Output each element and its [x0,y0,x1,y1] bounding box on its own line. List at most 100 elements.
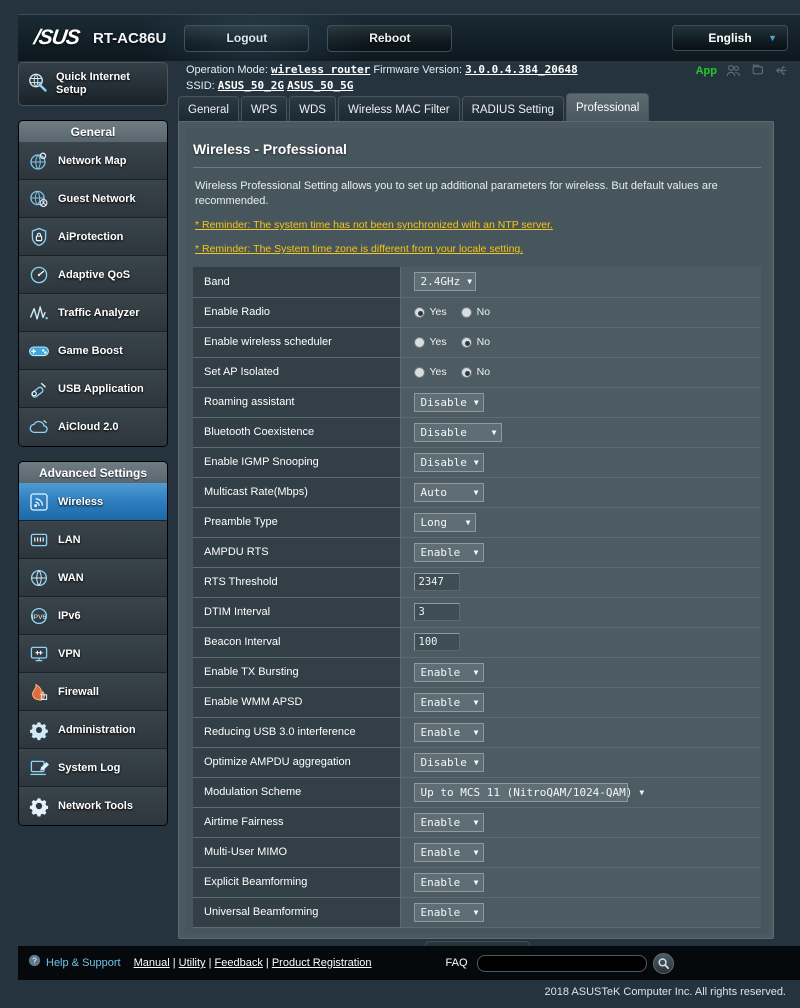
usb3-interference-select[interactable]: Enable ▼ [413,722,484,742]
operation-mode-value[interactable]: wireless router [271,63,370,76]
quick-internet-setup-button[interactable]: Quick Internet Setup [18,62,168,106]
reminder-link-ntp[interactable]: * Reminder: The system time has not been… [195,219,553,231]
sidebar-item-administration[interactable]: Administration [19,711,167,749]
firmware-value[interactable]: 3.0.0.4.384_20648 [465,63,578,76]
svg-text:IPV6: IPV6 [32,614,47,621]
sidebar-item-firewall[interactable]: Firewall [19,673,167,711]
igmp-snooping-select[interactable]: Disable ▼ [413,452,484,472]
advanced-nav-header: Advanced Settings [19,462,167,483]
radio-yes[interactable] [413,366,425,378]
sidebar-item-aiprotection[interactable]: AiProtection [19,218,167,256]
feedback-link[interactable]: Feedback [215,957,263,969]
preamble-type-select[interactable]: Long ▼ [413,512,476,532]
chevron-down-icon: ▼ [473,397,479,407]
sidebar-item-aicloud[interactable]: AiCloud 2.0 [19,408,167,446]
ssid-2g-value[interactable]: ASUS_50_2G [218,79,284,92]
row-label: Bluetooth Coexistence [193,417,401,448]
radio-no[interactable] [460,336,472,348]
users-icon[interactable] [726,64,741,77]
tab-professional[interactable]: Professional [566,93,650,122]
select-value: Disable [420,395,467,409]
reminder-link-timezone[interactable]: * Reminder: The System time zone is diff… [195,243,523,255]
dtim-interval-input[interactable]: 3 [413,603,460,621]
radio-yes-label: Yes [429,336,447,348]
ampdu-rts-select[interactable]: Enable ▼ [413,542,484,562]
tab-general[interactable]: General [178,96,239,122]
radio-yes[interactable] [413,306,425,318]
search-button[interactable] [652,952,674,974]
chevron-down-icon: ▼ [473,817,479,827]
sidebar-item-system-log[interactable]: System Log [19,749,167,787]
cloud-icon [28,416,50,438]
logout-button[interactable]: Logout [184,24,310,52]
bluetooth-coexistence-select[interactable]: Disable ▼ [413,422,502,442]
language-selector[interactable]: English ▼ [672,25,788,51]
app-label[interactable]: App [696,65,717,77]
ipv6-icon: IPV6 [28,605,50,627]
row-value: 2.4GHz ▼ [400,267,761,298]
ssid-label: SSID: [186,80,215,92]
sidebar-item-wireless[interactable]: Wireless [19,483,167,521]
sidebar-item-network-tools[interactable]: Network Tools [19,787,167,825]
sidebar-item-label: AiProtection [58,230,124,243]
multicast-rate-select[interactable]: Auto ▼ [413,482,484,502]
gear-icon [28,719,50,741]
modulation-scheme-select[interactable]: Up to MCS 11 (NitroQAM/1024-QAM) ▼ [413,782,644,802]
sidebar-item-usb-application[interactable]: USB Application [19,370,167,408]
lan-icon [28,529,50,551]
ssid-line: SSID: ASUS_50_2G ASUS_50_5G [186,78,786,94]
tab-radius-setting[interactable]: RADIUS Setting [461,96,565,122]
manual-link[interactable]: Manual [134,957,170,969]
row-label: Enable WMM APSD [193,687,401,718]
monitor-icon[interactable] [750,64,764,77]
tab-wireless-mac-filter[interactable]: Wireless MAC Filter [337,96,460,122]
sidebar-item-vpn[interactable]: VPN [19,635,167,673]
ssid-5g-value[interactable]: ASUS_50_5G [287,79,353,92]
explicit-beamforming-select[interactable]: Enable ▼ [413,872,484,892]
optimize-ampdu-select[interactable]: Disable ▼ [413,752,484,772]
universal-beamforming-select[interactable]: Enable ▼ [413,902,484,922]
sidebar-item-label: LAN [58,533,81,546]
sidebar-item-label: AiCloud 2.0 [58,421,119,433]
mu-mimo-select[interactable]: Enable ▼ [413,842,484,862]
reboot-button[interactable]: Reboot [327,24,453,52]
wmm-apsd-select[interactable]: Enable ▼ [413,692,484,712]
tx-bursting-select[interactable]: Enable ▼ [413,662,484,682]
sidebar-item-lan[interactable]: LAN [19,521,167,559]
sidebar-item-wan[interactable]: WAN [19,559,167,597]
roaming-assistant-select[interactable]: Disable ▼ [413,392,484,412]
utility-link[interactable]: Utility [179,957,206,969]
sidebar-item-game-boost[interactable]: Game Boost [19,332,167,370]
guest-network-icon [28,188,50,210]
chevron-down-icon: ▼ [473,907,479,917]
sidebar-item-adaptive-qos[interactable]: Adaptive QoS [19,256,167,294]
sidebar-item-label: Adaptive QoS [58,268,131,281]
sidebar-item-guest-network[interactable]: Guest Network [19,180,167,218]
airtime-fairness-select[interactable]: Enable ▼ [413,812,484,832]
select-value: Disable [420,455,467,469]
faq-search-input[interactable] [476,954,647,972]
select-value: Auto [420,485,448,499]
tab-wps[interactable]: WPS [240,96,288,122]
reminder-1: * Reminder: The system time has not been… [185,209,769,233]
radio-yes[interactable] [413,336,425,348]
asus-logo: /SUS [32,26,81,49]
select-value: Enable [420,905,461,919]
table-row: Enable wireless scheduler Yes No [193,327,761,358]
sidebar-item-network-map[interactable]: Network Map [19,142,167,180]
sidebar-item-traffic-analyzer[interactable]: Traffic Analyzer [19,294,167,332]
product-registration-link[interactable]: Product Registration [272,957,372,969]
radio-no[interactable] [460,366,472,378]
band-select[interactable]: 2.4GHz ▼ [413,272,476,292]
svg-text:?: ? [32,956,37,965]
rts-threshold-input[interactable]: 2347 [413,573,460,591]
radio-no[interactable] [460,306,472,318]
sidebar-item-ipv6[interactable]: IPV6 IPv6 [19,597,167,635]
usb-icon[interactable] [773,64,788,77]
gauge-icon [28,264,50,286]
beacon-interval-input[interactable]: 100 [413,633,460,651]
row-label: Roaming assistant [193,387,401,418]
tab-wds[interactable]: WDS [289,96,336,122]
row-value: Yes No [400,357,761,388]
table-row: Optimize AMPDU aggregation Disable ▼ [193,747,761,778]
